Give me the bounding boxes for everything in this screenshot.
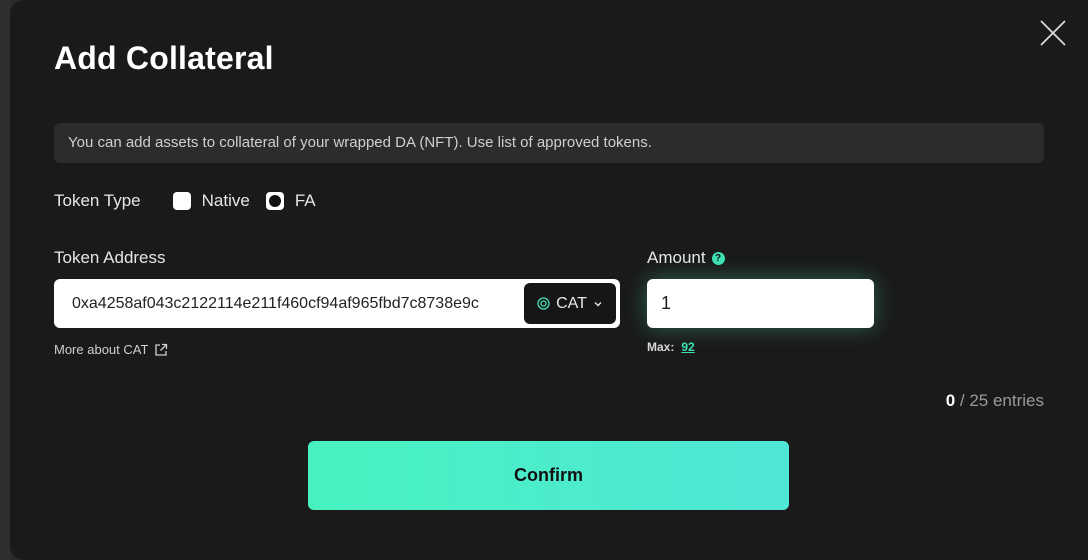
token-address-label: Token Address (54, 248, 166, 267)
token-symbol: CAT (556, 294, 587, 312)
fa-option-label: FA (294, 191, 316, 210)
token-select-dropdown[interactable]: CAT (524, 283, 616, 324)
native-checkbox[interactable] (172, 192, 191, 210)
entries-separator: / (955, 391, 970, 410)
close-icon[interactable] (1038, 18, 1068, 48)
more-about-token-link[interactable]: More about CAT (54, 342, 168, 357)
token-type-row: Token Type Native FA (54, 188, 332, 214)
chevron-down-icon (593, 299, 603, 309)
token-type-native-option[interactable]: Native (172, 191, 250, 211)
more-about-label: More about CAT (54, 342, 149, 357)
help-icon[interactable]: ? (711, 251, 725, 265)
max-value-link[interactable]: 92 (681, 340, 694, 354)
amount-label-row: Amount ? (647, 248, 725, 268)
entries-counter: 0 / 25 entries (946, 391, 1044, 411)
token-type-fa-option[interactable]: FA (265, 191, 316, 211)
amount-label: Amount (647, 248, 706, 267)
native-option-label: Native (201, 191, 250, 210)
external-link-icon (154, 343, 168, 357)
add-collateral-modal: Add Collateral You can add assets to col… (10, 0, 1088, 560)
fa-checkbox[interactable] (265, 192, 284, 210)
token-address-input[interactable] (54, 278, 524, 329)
info-banner: You can add assets to collateral of your… (54, 123, 1044, 163)
page-backdrop (0, 0, 10, 560)
max-row: Max: 92 (647, 340, 695, 354)
token-icon (537, 297, 550, 310)
modal-title: Add Collateral (54, 40, 274, 76)
entries-current: 0 (945, 391, 956, 410)
entries-total: 25 entries (969, 391, 1044, 410)
max-label: Max: (647, 340, 675, 354)
amount-input[interactable] (647, 292, 874, 315)
confirm-button[interactable]: Confirm (308, 441, 789, 510)
token-address-field: CAT (54, 278, 620, 329)
token-type-label: Token Type (54, 191, 141, 210)
amount-field (647, 279, 874, 328)
